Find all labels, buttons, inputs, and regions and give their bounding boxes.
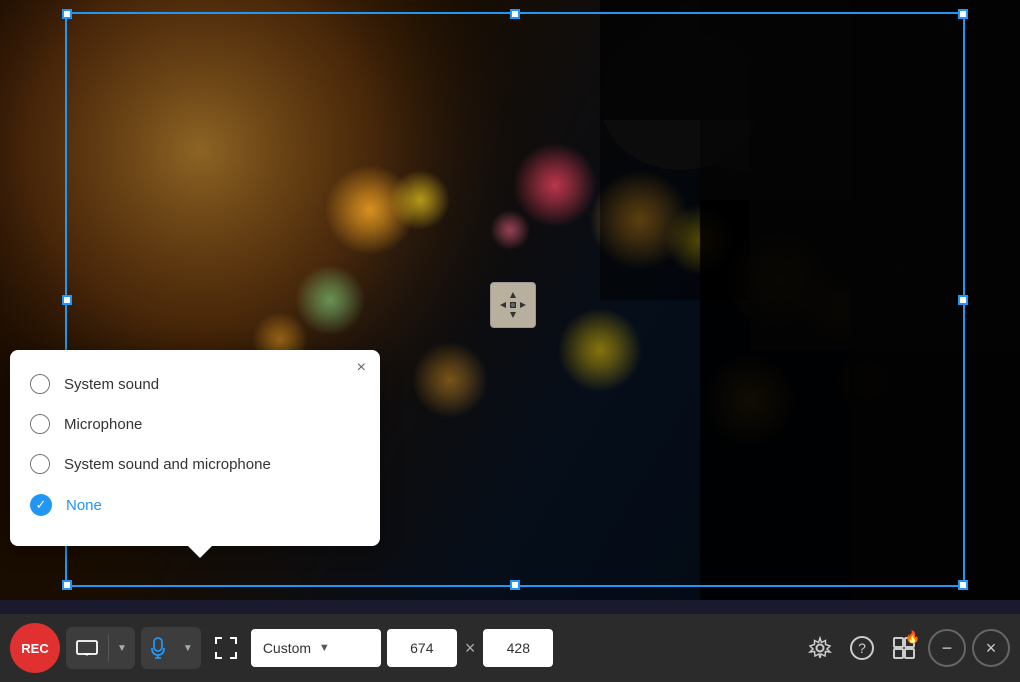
fullscreen-button[interactable]: [207, 627, 245, 669]
dimension-separator: ×: [463, 638, 478, 659]
screen-icon: [76, 640, 98, 656]
label-none: None: [66, 497, 102, 514]
help-button[interactable]: ?: [844, 627, 880, 669]
toolbar: REC ▼ ▼: [0, 614, 1020, 682]
radio-microphone[interactable]: [30, 414, 50, 434]
settings-icon: [808, 636, 832, 660]
mic-dropdown-arrow[interactable]: ▼: [175, 627, 201, 669]
mic-group: ▼: [141, 627, 201, 669]
audio-option-system-sound[interactable]: System sound: [30, 364, 360, 404]
mic-icon: [151, 637, 165, 659]
custom-dropdown-label: Custom: [263, 640, 313, 656]
rec-button[interactable]: REC: [10, 623, 60, 673]
audio-option-microphone[interactable]: Microphone: [30, 404, 360, 444]
close-button[interactable]: ×: [972, 629, 1010, 667]
label-system-mic: System sound and microphone: [64, 456, 271, 473]
height-input[interactable]: [483, 629, 553, 667]
check-icon-none: ✓: [30, 494, 52, 516]
label-microphone: Microphone: [64, 416, 142, 433]
close-icon: ×: [986, 638, 997, 659]
screen-capture-group: ▼: [66, 627, 135, 669]
audio-option-system-mic[interactable]: System sound and microphone: [30, 444, 360, 484]
screen-dropdown-arrow[interactable]: ▼: [109, 627, 135, 669]
radio-system-mic[interactable]: [30, 454, 50, 474]
width-input[interactable]: [387, 629, 457, 667]
label-system-sound: System sound: [64, 376, 159, 393]
settings-button[interactable]: [802, 627, 838, 669]
layout-button[interactable]: 🔥: [886, 627, 922, 669]
audio-option-none[interactable]: ✓ None: [30, 484, 360, 526]
move-cursor-icon[interactable]: [490, 282, 536, 328]
mic-button[interactable]: [141, 627, 175, 669]
screen-button[interactable]: [66, 627, 108, 669]
fullscreen-icon: [215, 637, 237, 659]
minimize-button[interactable]: −: [928, 629, 966, 667]
custom-dropdown[interactable]: Custom ▼: [251, 629, 381, 667]
radio-system-sound[interactable]: [30, 374, 50, 394]
move-arrows-svg: [498, 290, 528, 320]
minimize-icon: −: [942, 638, 953, 659]
popup-close-button[interactable]: ×: [357, 360, 366, 376]
dropdown-arrow-icon: ▼: [319, 642, 369, 654]
audio-popup: × System sound Microphone System sound a…: [10, 350, 380, 546]
help-icon: ?: [850, 636, 874, 660]
